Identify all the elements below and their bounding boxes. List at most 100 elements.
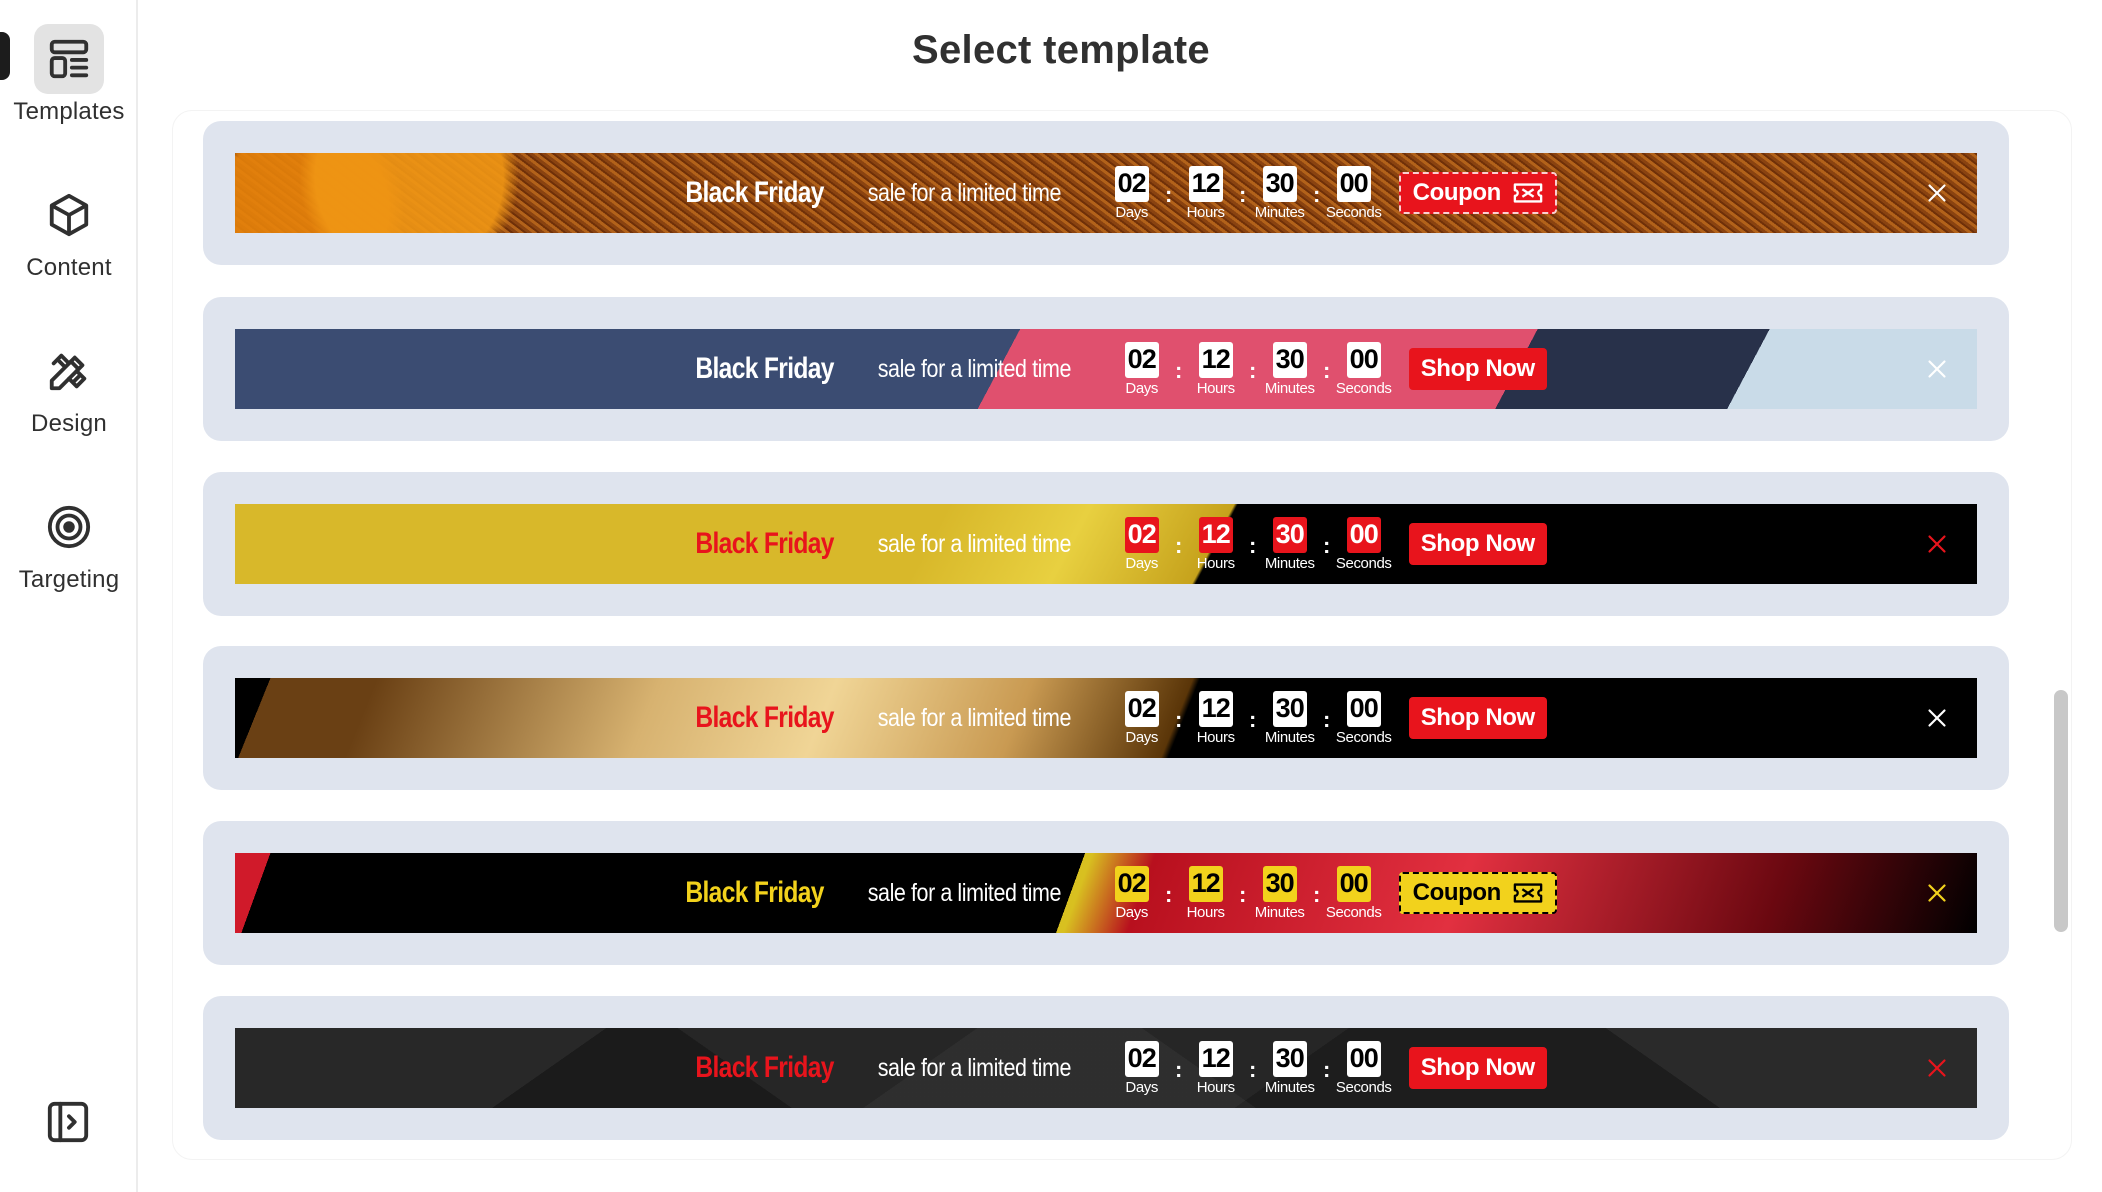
timer-label: Hours: [1186, 903, 1225, 921]
banner-content: Black Friday sale for a limited time 02 Day…: [235, 678, 1977, 758]
timer-label: Minutes: [1264, 379, 1315, 397]
banner-title: Black Friday: [695, 701, 835, 734]
banner-preview: Black Friday sale for a limited time 02 Day…: [235, 678, 1977, 758]
cta-label: Shop Now: [1420, 530, 1536, 557]
banner-cta-button: Shop Now: [1408, 697, 1547, 739]
template-card[interactable]: Black Friday sale for a limited time 02 Day…: [203, 821, 2009, 965]
timer-label: Hours: [1186, 203, 1225, 221]
banner-preview: Black Friday sale for a limited time 02 Day…: [235, 1028, 1977, 1108]
template-card[interactable]: Black Friday sale for a limited time 02 Day…: [203, 121, 2009, 265]
timer-number: 30: [1262, 165, 1297, 202]
timer-number: 30: [1262, 865, 1297, 902]
timer-unit: 30 Minutes: [1259, 516, 1321, 572]
timer-label: Days: [1125, 554, 1158, 572]
banner-subtitle: sale for a limited time: [877, 1053, 1072, 1082]
timer-label: Days: [1125, 379, 1158, 397]
ticket-icon: [1513, 883, 1543, 903]
cta-label: Shop Now: [1420, 1054, 1536, 1081]
timer-label: Days: [1125, 1078, 1158, 1096]
timer-number: 02: [1114, 865, 1149, 902]
timer-separator: :: [1323, 706, 1331, 732]
timer-number: 00: [1336, 865, 1371, 902]
timer-label: Seconds: [1325, 903, 1382, 921]
timer-number: 00: [1336, 165, 1371, 202]
timer-number: 02: [1124, 516, 1159, 553]
timer-number: 30: [1272, 1040, 1307, 1077]
banner-subtitle: sale for a limited time: [867, 878, 1062, 907]
nav-item-content[interactable]: Content: [0, 180, 138, 282]
template-card[interactable]: Black Friday sale for a limited time 02 Day…: [203, 996, 2009, 1140]
timer-number: 30: [1272, 516, 1307, 553]
target-icon: [34, 492, 104, 562]
timer-separator: :: [1249, 706, 1257, 732]
banner-title: Black Friday: [695, 352, 835, 385]
close-icon: [1923, 879, 1951, 907]
nav-item-design[interactable]: Design: [0, 336, 138, 438]
timer-number: 00: [1346, 341, 1381, 378]
timer-unit: 30 Minutes: [1259, 341, 1321, 397]
timer-label: Seconds: [1335, 1078, 1392, 1096]
timer-unit: 30 Minutes: [1259, 1040, 1321, 1096]
timer-number: 00: [1346, 1040, 1381, 1077]
timer-unit: 12 Hours: [1185, 341, 1247, 397]
countdown-timer: 02 Days:12 Hours:30 Minutes:00 Seconds: [1111, 1040, 1395, 1096]
nav-item-templates[interactable]: Templates: [0, 24, 138, 126]
banner-title: Black Friday: [685, 176, 824, 209]
timer-separator: :: [1249, 532, 1257, 558]
timer-label: Days: [1115, 903, 1148, 921]
page-title: Select template: [912, 28, 1210, 72]
timer-number: 12: [1198, 690, 1233, 727]
timer-separator: :: [1312, 181, 1321, 207]
timer-label: Seconds: [1335, 554, 1392, 572]
cta-label: Shop Now: [1420, 704, 1536, 731]
timer-number: 12: [1188, 165, 1223, 202]
timer-separator: :: [1323, 532, 1331, 558]
banner-preview: Black Friday sale for a limited time 02 Day…: [235, 853, 1977, 933]
nav-label-content: Content: [26, 254, 112, 281]
nav-label-templates: Templates: [13, 98, 125, 125]
nav-item-targeting[interactable]: Targeting: [0, 492, 138, 594]
timer-unit: 12 Hours: [1175, 165, 1237, 221]
banner-cta-button: Shop Now: [1408, 1047, 1547, 1089]
timer-unit: 02 Days: [1111, 516, 1173, 572]
template-card[interactable]: Black Friday sale for a limited time 02 Day…: [203, 472, 2009, 616]
banner-title: Black Friday: [695, 527, 835, 560]
timer-label: Minutes: [1264, 1078, 1315, 1096]
banner-subtitle: sale for a limited time: [877, 529, 1072, 558]
timer-number: 02: [1124, 341, 1159, 378]
nav-label-design: Design: [31, 410, 107, 437]
banner-title: Black Friday: [685, 876, 824, 909]
close-icon: [1923, 355, 1951, 383]
ticket-icon: [1513, 183, 1543, 203]
sidebar-toggle-button[interactable]: [44, 1098, 92, 1146]
banner-cta-button: Coupon: [1398, 872, 1557, 914]
pencil-ruler-icon: [34, 336, 104, 406]
banner-title: Black Friday: [695, 1051, 835, 1084]
timer-unit: 30 Minutes: [1249, 165, 1311, 221]
banner-cta-button: Shop Now: [1408, 348, 1547, 390]
cube-icon: [34, 180, 104, 250]
timer-separator: :: [1249, 1056, 1257, 1082]
timer-number: 12: [1198, 1040, 1233, 1077]
timer-unit: 12 Hours: [1185, 690, 1247, 746]
timer-unit: 00 Seconds: [1333, 690, 1395, 746]
timer-separator: :: [1175, 357, 1183, 383]
template-card[interactable]: Black Friday sale for a limited time 02 Day…: [203, 646, 2009, 790]
banner-cta-button: Coupon: [1398, 172, 1557, 214]
timer-label: Days: [1125, 728, 1158, 746]
timer-unit: 02 Days: [1111, 690, 1173, 746]
timer-separator: :: [1175, 532, 1183, 558]
timer-unit: 12 Hours: [1185, 1040, 1247, 1096]
timer-number: 00: [1346, 690, 1381, 727]
countdown-timer: 02 Days:12 Hours:30 Minutes:00 Seconds: [1111, 341, 1395, 397]
banner-subtitle: sale for a limited time: [877, 354, 1072, 383]
scrollbar-thumb[interactable]: [2054, 690, 2068, 932]
close-icon: [1923, 704, 1951, 732]
timer-separator: :: [1175, 706, 1183, 732]
timer-separator: :: [1164, 181, 1173, 207]
timer-unit: 30 Minutes: [1259, 690, 1321, 746]
banner-preview: Black Friday sale for a limited time 02 Day…: [235, 153, 1977, 233]
template-card[interactable]: Black Friday sale for a limited time 02 Day…: [203, 297, 2009, 441]
timer-number: 12: [1188, 865, 1223, 902]
timer-label: Hours: [1196, 728, 1235, 746]
